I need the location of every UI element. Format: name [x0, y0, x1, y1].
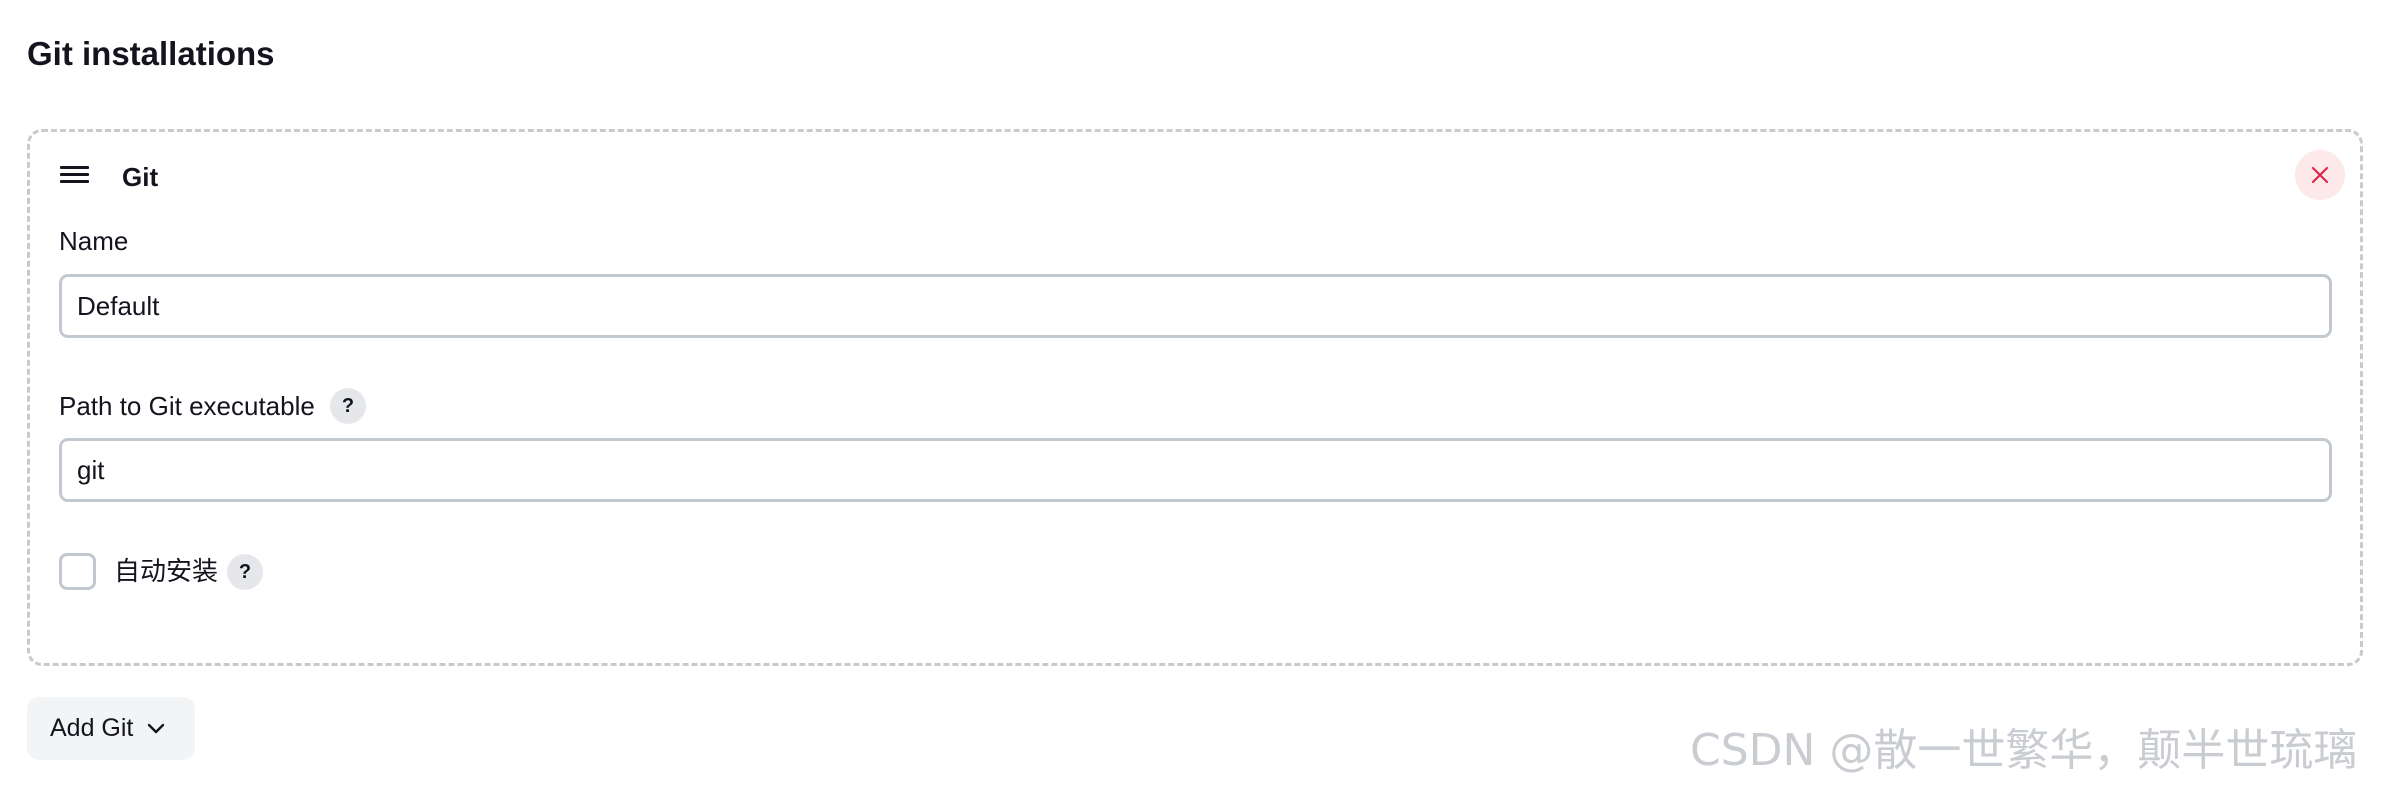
add-git-label: Add Git [50, 714, 134, 742]
delete-installation-button[interactable] [2295, 150, 2345, 200]
close-icon [2311, 166, 2329, 184]
section-title: Git installations [27, 35, 275, 72]
chevron-down-icon [147, 723, 165, 735]
path-help-icon[interactable]: ? [330, 388, 366, 424]
drag-handle-icon[interactable] [60, 166, 90, 188]
git-installation-card: Git Name Path to Git executable ? 自动安装 ? [27, 129, 2363, 666]
name-input[interactable] [59, 274, 2332, 338]
installation-title: Git [122, 162, 159, 192]
auto-install-label: 自动安装 [114, 557, 219, 587]
path-input[interactable] [59, 438, 2332, 502]
path-field-label: Path to Git executable [59, 391, 315, 421]
watermark: CSDN @散一世繁华，颠半世琉璃 [1690, 725, 2358, 776]
auto-install-help-icon[interactable]: ? [227, 554, 263, 590]
name-field-label: Name [59, 226, 129, 256]
add-git-button[interactable]: Add Git [27, 697, 195, 760]
auto-install-checkbox[interactable] [59, 553, 96, 590]
